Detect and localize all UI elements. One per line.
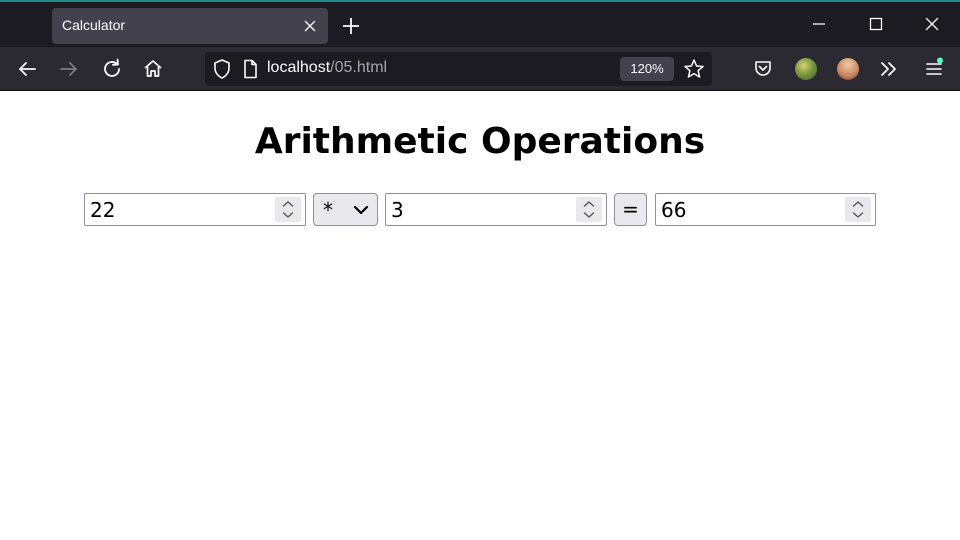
home-icon[interactable] [138, 54, 168, 84]
minimize-icon[interactable] [804, 10, 834, 40]
operator-value: * [323, 198, 333, 222]
address-bar[interactable]: localhost/05.html 120% [205, 52, 712, 86]
operand1-value: 22 [90, 198, 116, 222]
operand2-input[interactable]: 3 [385, 193, 607, 226]
result-value: 66 [661, 198, 687, 222]
shield-icon[interactable] [210, 57, 234, 81]
close-tab-icon[interactable] [300, 16, 320, 36]
page-title: Arithmetic Operations [254, 121, 706, 162]
url-path: /05.html [330, 59, 388, 76]
extension-face-icon[interactable] [837, 58, 859, 80]
close-window-icon[interactable] [917, 10, 947, 40]
overflow-chevrons-icon[interactable] [876, 57, 902, 81]
chevron-down-icon [353, 205, 369, 215]
operator-select[interactable]: * [313, 193, 378, 226]
zoom-level-badge[interactable]: 120% [620, 57, 674, 81]
tab-strip: Calculator [0, 0, 960, 47]
navigation-toolbar: localhost/05.html 120% [0, 47, 960, 91]
extension-avatar-icon[interactable] [795, 58, 817, 80]
operand1-input[interactable]: 22 [84, 193, 306, 226]
new-tab-icon[interactable] [338, 13, 364, 39]
forward-icon[interactable] [54, 54, 84, 84]
url-host: localhost [267, 59, 331, 76]
url-text[interactable]: localhost/05.html [267, 59, 387, 77]
equals-button[interactable]: = [614, 193, 647, 226]
tab-calculator[interactable]: Calculator [52, 8, 328, 44]
tab-title: Calculator [62, 17, 126, 33]
maximize-icon[interactable] [861, 10, 891, 40]
operand1-spinner-icon[interactable] [275, 197, 301, 222]
result-input[interactable]: 66 [655, 193, 876, 226]
bookmark-star-icon[interactable] [682, 57, 706, 81]
menu-icon[interactable] [921, 56, 947, 82]
operand2-value: 3 [391, 198, 404, 222]
page-content: Arithmetic Operations 22 * 3 = 66 [0, 91, 960, 540]
back-icon[interactable] [12, 54, 42, 84]
result-spinner-icon[interactable] [845, 197, 871, 222]
reload-icon[interactable] [97, 54, 127, 84]
pocket-icon[interactable] [751, 57, 775, 81]
operand2-spinner-icon[interactable] [576, 197, 602, 222]
page-icon[interactable] [238, 57, 262, 81]
